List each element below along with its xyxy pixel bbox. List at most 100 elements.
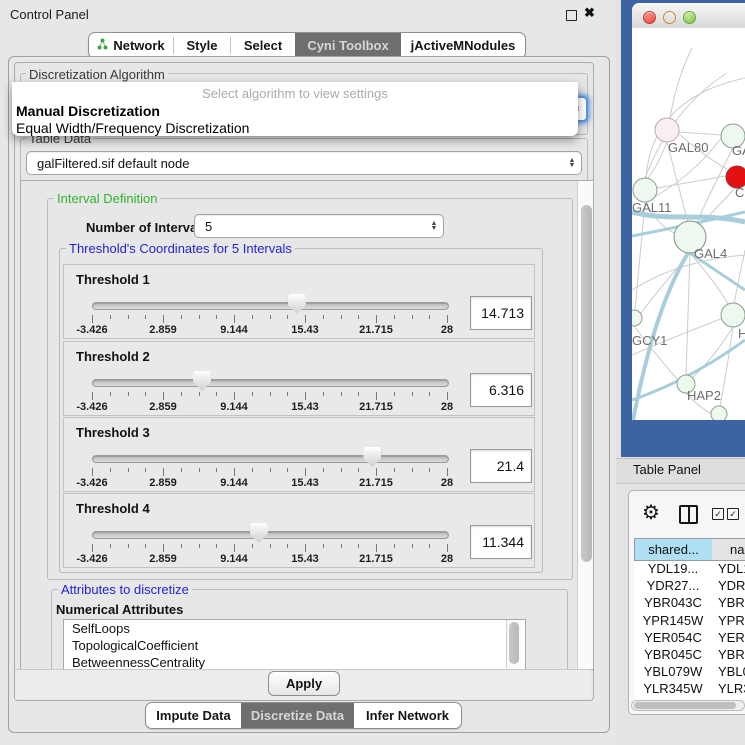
tick-mark	[216, 315, 217, 319]
tick-mark	[305, 392, 306, 400]
tick-label: 15.43	[291, 553, 319, 565]
slider-track[interactable]	[92, 379, 449, 387]
network-edge[interactable]	[720, 327, 733, 406]
node[interactable]	[711, 406, 727, 420]
slider-thumb[interactable]	[193, 371, 211, 391]
tab-network[interactable]: Network	[89, 33, 173, 58]
tick-mark	[199, 468, 200, 472]
threshold-value-field[interactable]: 14.713	[470, 296, 532, 330]
tab-impute-data[interactable]: Impute Data	[146, 703, 241, 728]
column-header-name[interactable]: name	[712, 538, 745, 561]
tick-mark	[199, 544, 200, 548]
tick-mark	[287, 392, 288, 396]
node-label-GAL80: GAL80	[668, 140, 708, 155]
number-of-intervals-label: Number of Intervals	[86, 220, 208, 235]
attributes-list-scrollbar[interactable]	[506, 620, 521, 668]
tick-mark	[323, 544, 324, 548]
tab-style[interactable]: Style	[174, 33, 230, 58]
node[interactable]	[655, 118, 679, 142]
column-header-shared-name[interactable]: shared...	[634, 538, 713, 561]
tick-mark	[181, 315, 182, 319]
attribute-list-item[interactable]: TopologicalCoefficient	[64, 637, 525, 654]
popup-item-equal-width-frequency-discretization[interactable]: Equal Width/Frequency Discretization	[16, 120, 249, 136]
slider-track[interactable]	[92, 455, 449, 463]
scrollbar-thumb[interactable]	[634, 702, 736, 709]
apply-button[interactable]: Apply	[268, 671, 340, 696]
network-edge[interactable]	[696, 148, 733, 224]
attribute-list-item[interactable]: BetweennessCentrality	[64, 654, 525, 670]
number-of-intervals-combobox[interactable]: 5 ▲▼	[194, 214, 444, 238]
network-edge[interactable]	[647, 142, 667, 179]
tick-mark	[163, 468, 164, 476]
tick-mark	[163, 544, 164, 552]
threshold-value-field[interactable]: 11.344	[470, 525, 532, 559]
network-canvas[interactable]: GAL80GACGAL11GAL4GCY1HHAP2	[632, 28, 745, 420]
node-label-GCY1: GCY1	[632, 333, 667, 348]
tick-label: 21.715	[359, 477, 393, 489]
network-edge[interactable]	[679, 132, 721, 135]
tab-select[interactable]: Select	[231, 33, 295, 58]
slider-thumb[interactable]	[250, 523, 268, 543]
cell-name: YER0	[712, 630, 745, 647]
tick-label: 9.144	[220, 477, 248, 489]
threshold-value-field[interactable]: 6.316	[470, 373, 532, 407]
checkbox-icon[interactable]: ✓	[712, 508, 724, 520]
node[interactable]	[721, 303, 745, 327]
node-label-C: C	[735, 185, 744, 200]
threshold-label: Threshold 3	[76, 425, 150, 440]
table-panel-title: Table Panel	[633, 462, 701, 477]
threshold-label: Threshold 4	[76, 501, 150, 516]
float-window-icon[interactable]	[566, 10, 577, 21]
node-GAL11[interactable]	[633, 178, 657, 202]
tick-mark	[376, 468, 377, 476]
node-label-GA: GA	[732, 143, 745, 158]
tick-mark	[394, 544, 395, 548]
table-row[interactable]: YBR045CYBR0	[634, 647, 745, 664]
network-edge[interactable]	[635, 202, 645, 310]
network-edge[interactable]	[686, 253, 690, 375]
popup-item-manual-discretization[interactable]: Manual Discretization	[16, 103, 160, 119]
checkbox-icon[interactable]: ✓	[727, 508, 739, 520]
tab-infer-network[interactable]: Infer Network	[354, 703, 461, 728]
table-row[interactable]: YDR27...YDR2	[634, 578, 745, 595]
tab-label: Impute Data	[156, 708, 230, 723]
network-edge[interactable]	[734, 250, 745, 304]
table-data-combobox[interactable]: galFiltered.sif default node ▲▼	[26, 151, 582, 175]
tick-label: 21.715	[359, 553, 393, 565]
tab-discretize-data[interactable]: Discretize Data	[241, 703, 354, 728]
tick-mark	[216, 468, 217, 472]
slider-track[interactable]	[92, 531, 449, 539]
minimize-traffic-light[interactable]	[663, 11, 676, 24]
tick-mark	[216, 392, 217, 396]
slider-thumb[interactable]	[363, 447, 381, 467]
slider-track[interactable]	[92, 302, 449, 310]
close-traffic-light[interactable]	[643, 11, 656, 24]
attribute-list-item[interactable]: SelfLoops	[64, 620, 525, 637]
split-columns-icon[interactable]	[679, 505, 698, 524]
node-GCY1[interactable]	[632, 310, 642, 326]
popup-placeholder-item[interactable]: Select algorithm to view settings	[12, 86, 578, 101]
tab-jactivemnodules[interactable]: jActiveMNodules	[401, 33, 525, 58]
slider-thumb[interactable]	[288, 294, 306, 314]
table-row[interactable]: YBR043CYBR0	[634, 595, 745, 612]
settings-vertical-scrollbar[interactable]	[577, 181, 594, 669]
table-row[interactable]: YDL19...YDL1	[634, 561, 745, 578]
tick-mark	[181, 544, 182, 548]
close-icon[interactable]: ✖	[584, 5, 595, 21]
scrollbar-thumb[interactable]	[581, 205, 592, 562]
tick-mark	[181, 468, 182, 472]
network-graph: GAL80GACGAL11GAL4GCY1HHAP2	[632, 28, 745, 420]
tick-mark	[163, 392, 164, 400]
gear-icon[interactable]: ⚙	[642, 500, 660, 525]
tick-mark	[234, 544, 235, 552]
cell-shared-name: YDR27...	[634, 578, 712, 595]
discretization-algorithm-label: Discretization Algorithm	[26, 67, 168, 82]
tab-cyni-toolbox[interactable]: Cyni Toolbox	[295, 33, 401, 58]
table-row[interactable]: YBL079WYBL0	[634, 664, 745, 681]
zoom-traffic-light[interactable]	[683, 11, 696, 24]
tick-label: 2.859	[149, 553, 177, 565]
table-row[interactable]: YLR345WYLR3	[634, 681, 745, 698]
table-row[interactable]: YER054CYER0	[634, 630, 745, 647]
threshold-value-field[interactable]: 21.4	[470, 449, 532, 483]
table-row[interactable]: YPR145WYPR1	[634, 613, 745, 630]
